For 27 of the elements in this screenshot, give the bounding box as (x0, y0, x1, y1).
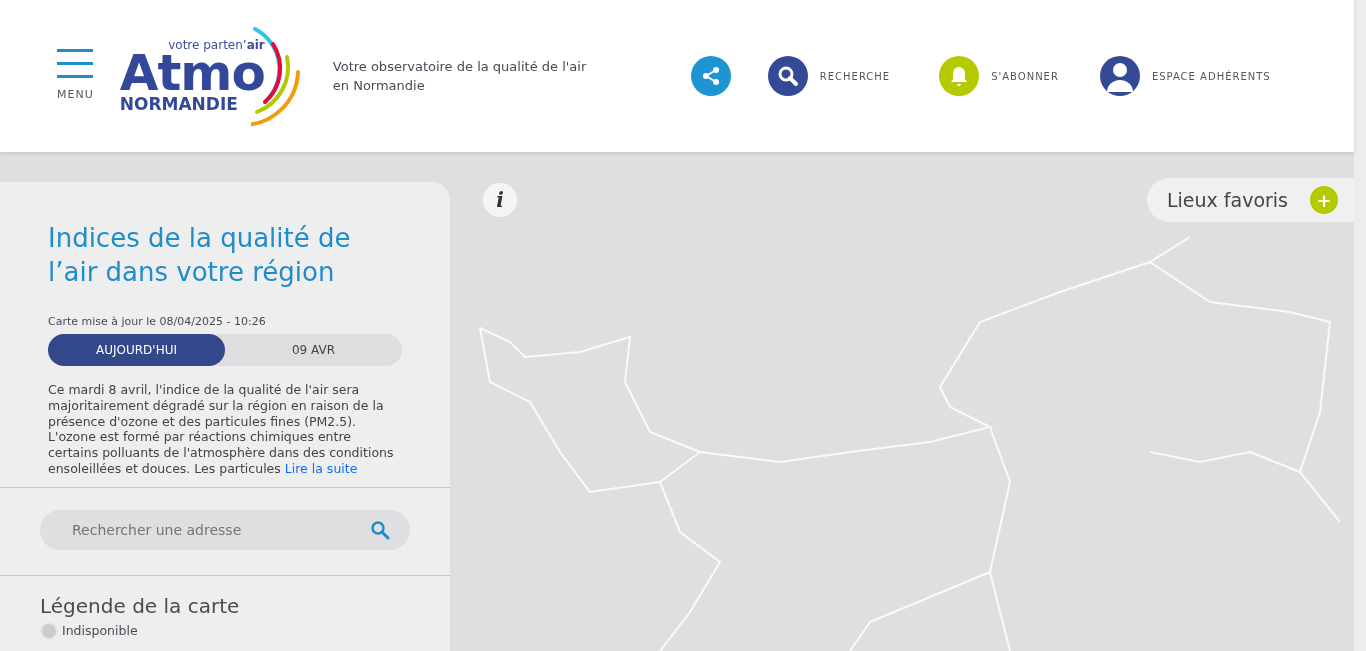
legend-label: Indisponible (62, 621, 138, 640)
description: Ce mardi 8 avril, l'indice de la qualité de l'air sera majoritairement dégradé sur la région en raison de la présence d'ozone et des particules fines (PM2.5). L'ozone est formé par réactions chimiques entre certains polluants de l'atmosphère dans des conditions ensoleillées et douces. Les particules Lire la suite (48, 382, 395, 477)
panel-title: Indices de la qualité de l’air dans votre région (48, 222, 352, 289)
favorites-button[interactable]: Lieux favoris + (1146, 178, 1354, 222)
search-button[interactable]: RECHERCHE (767, 56, 891, 96)
read-more-link[interactable]: Lire la suite (284, 460, 358, 476)
menu-icon (57, 48, 94, 79)
search-bar[interactable]: Rechercher une adresse (40, 509, 410, 550)
logo-tagline: votre parten’air (167, 39, 265, 51)
day-tab[interactable]: AUJOURD'HUI (48, 334, 225, 367)
day-tab[interactable]: 09 AVR (225, 334, 402, 367)
add-icon: + (1310, 186, 1338, 214)
logo-region: NORMANDIE (119, 96, 239, 113)
search-icon[interactable] (370, 519, 390, 540)
subscribe-button[interactable]: S'ABONNER (939, 56, 1059, 96)
account-button[interactable]: ESPACE ADHÉRENTS (1099, 56, 1271, 96)
share-button[interactable] (690, 56, 731, 96)
scrollbar[interactable] (1354, 0, 1366, 651)
menu-button[interactable]: MENU (57, 48, 94, 104)
search-icon (776, 65, 799, 87)
slogan: Votre observatoire de la qualité de l'air en Normandie (332, 57, 588, 95)
info-button[interactable]: i (483, 183, 517, 217)
share-icon (700, 66, 721, 86)
update-date: Carte mise à jour le 08/04/2025 - 10:26 (48, 313, 267, 330)
legend-title: Légende de la carte (40, 593, 241, 618)
logo-name: Atmo (119, 51, 265, 96)
address-input[interactable]: Rechercher une adresse (70, 509, 370, 550)
